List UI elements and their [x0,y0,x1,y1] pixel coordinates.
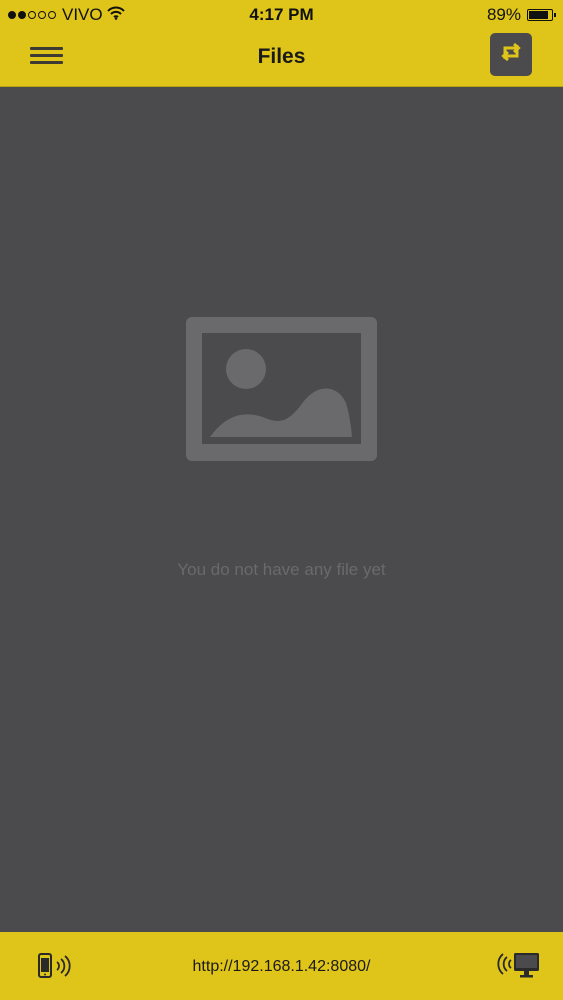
sync-button[interactable] [490,33,532,76]
monitor-broadcast-icon [492,951,540,979]
server-url[interactable]: http://192.168.1.42:8080/ [0,958,563,976]
sync-arrows-icon [498,40,524,69]
battery-icon [527,9,556,21]
file-list-area: You do not have any file yet [0,87,563,932]
battery-level [529,11,548,19]
footer-bar: http://192.168.1.42:8080/ [0,932,563,1000]
image-placeholder-icon [186,317,377,466]
page-title: Files [257,45,306,68]
empty-state-message: You do not have any file yet [177,560,386,579]
status-right: 89% [486,5,556,25]
navigation-bar: Files [0,30,563,87]
status-bar: VIVO 4:17 PM 89% [0,0,563,30]
battery-percentage: 89% [486,5,521,24]
status-time: 4:17 PM [249,5,314,24]
